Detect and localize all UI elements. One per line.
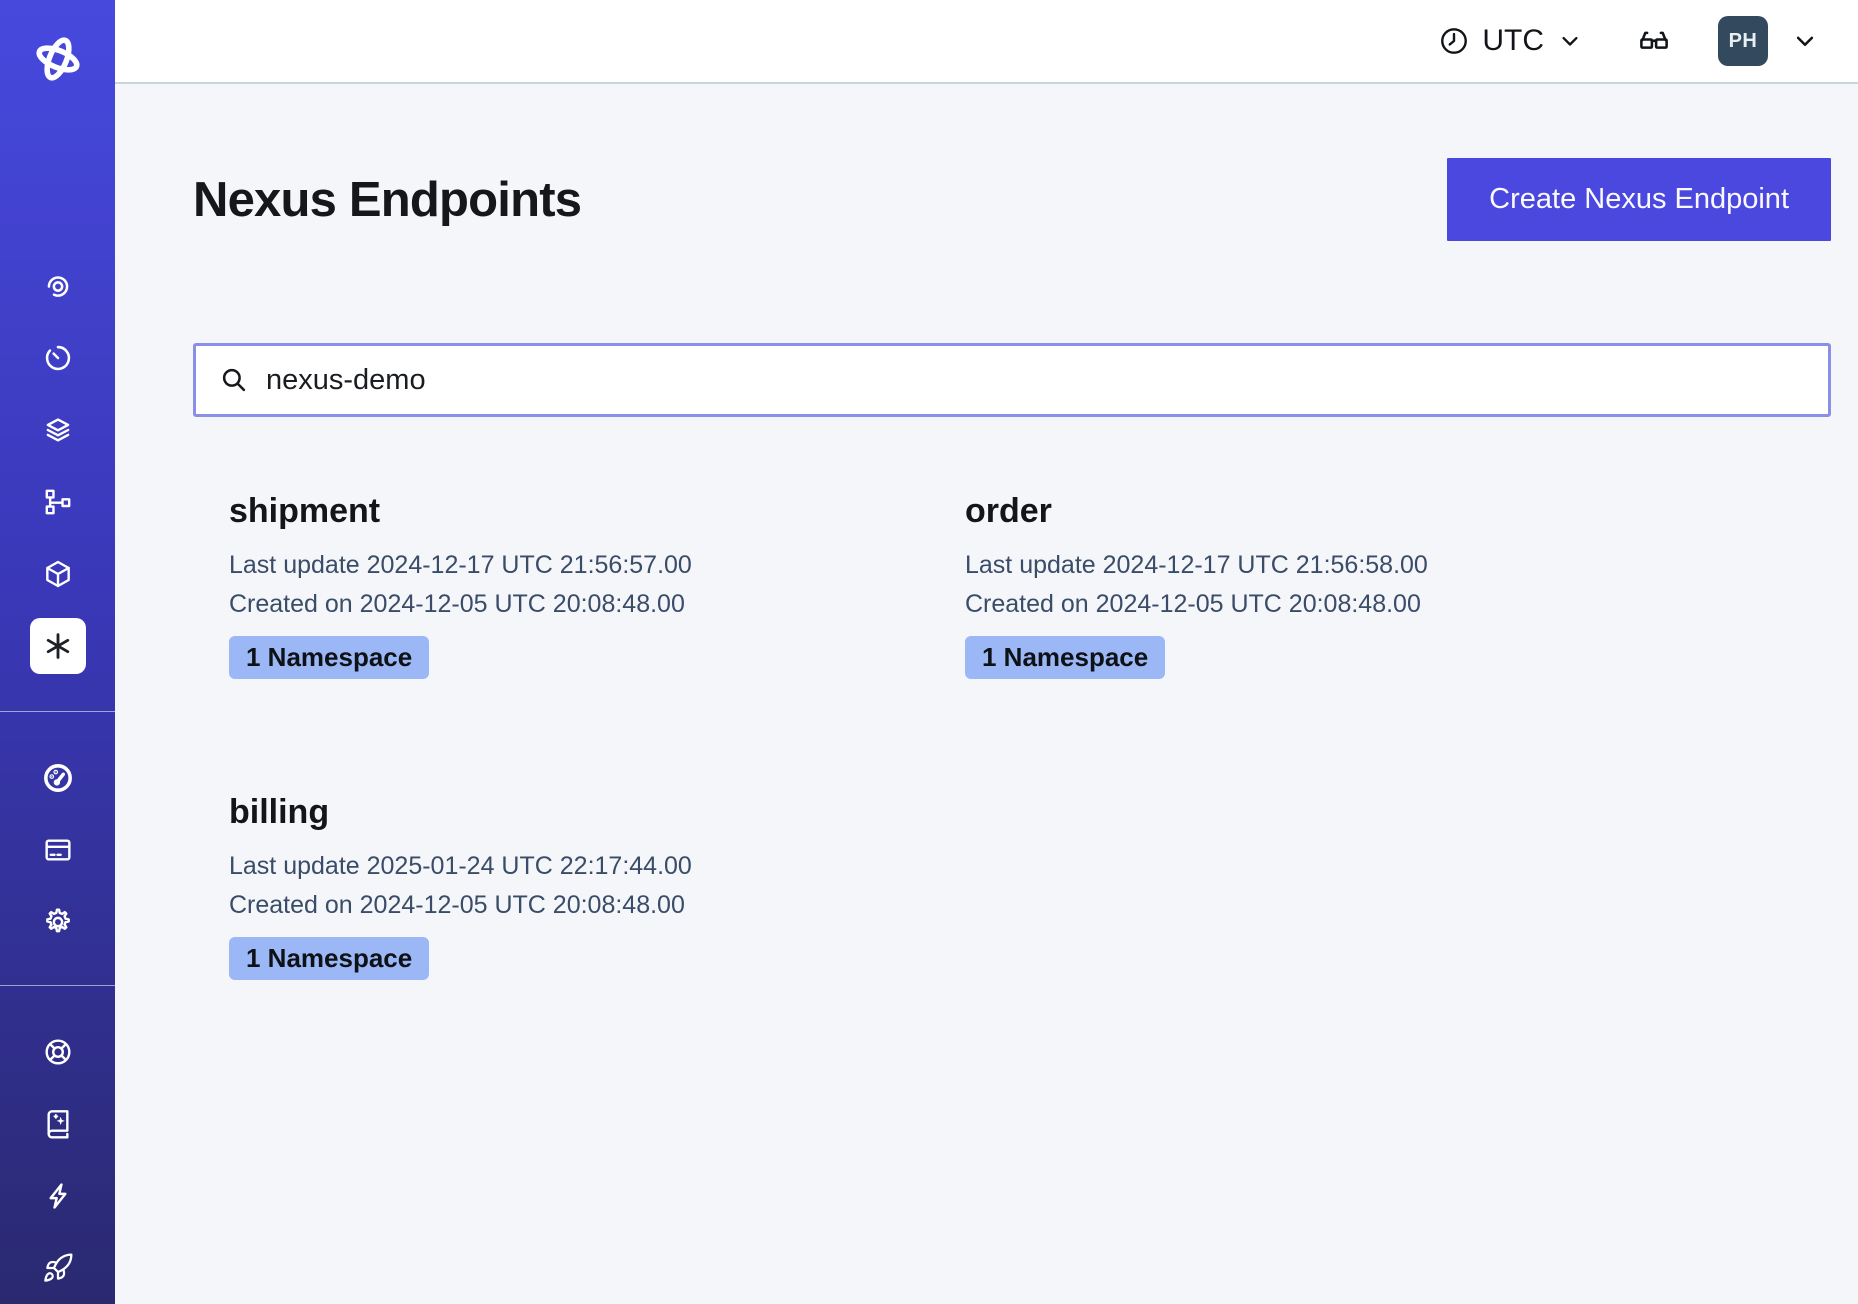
asterisk-icon: [41, 629, 75, 663]
endpoint-card-order[interactable]: order Last update 2024-12-17 UTC 21:56:5…: [965, 490, 1428, 679]
cube-icon: [42, 558, 74, 590]
sidebar-item-getting-started[interactable]: [30, 1240, 86, 1296]
endpoint-last-update: Last update 2025-01-24 UTC 22:17:44.00: [229, 847, 965, 886]
sidebar-group-primary: [0, 258, 115, 674]
timezone-picker[interactable]: UTC: [1438, 24, 1584, 58]
timezone-label: UTC: [1482, 24, 1544, 58]
topbar: UTC PH: [115, 0, 1858, 84]
life-ring-icon: [42, 1036, 74, 1068]
namespace-badge: 1 Namespace: [965, 636, 1165, 679]
glasses-icon: [1636, 23, 1672, 59]
endpoint-created-on: Created on 2024-12-05 UTC 20:08:48.00: [229, 585, 965, 624]
sidebar-item-billing[interactable]: [30, 822, 86, 878]
sidebar-item-settings[interactable]: [30, 894, 86, 950]
layers-icon: [42, 414, 74, 446]
page-title: Nexus Endpoints: [193, 172, 581, 228]
namespace-badge: 1 Namespace: [229, 937, 429, 980]
main-content: Nexus Endpoints Create Nexus Endpoint sh…: [115, 84, 1858, 1304]
billing-card-icon: [42, 834, 74, 866]
chevron-down-icon: [1790, 26, 1820, 56]
sidebar-item-cube[interactable]: [30, 546, 86, 602]
namespace-badge: 1 Namespace: [229, 636, 429, 679]
gauge-icon: [41, 761, 75, 795]
rocket-icon: [42, 1252, 74, 1284]
sidebar-divider: [0, 985, 115, 986]
endpoint-card-shipment[interactable]: shipment Last update 2024-12-17 UTC 21:5…: [229, 490, 965, 679]
spiral-icon: [42, 270, 74, 302]
endpoint-last-update: Last update 2024-12-17 UTC 21:56:57.00: [229, 546, 965, 585]
page-header: Nexus Endpoints Create Nexus Endpoint: [193, 158, 1831, 241]
create-nexus-endpoint-button[interactable]: Create Nexus Endpoint: [1447, 158, 1831, 241]
sidebar-item-spiral[interactable]: [30, 258, 86, 314]
sidebar-divider: [0, 711, 115, 712]
endpoint-created-on: Created on 2024-12-05 UTC 20:08:48.00: [229, 886, 965, 925]
sidebar-item-timer[interactable]: [30, 330, 86, 386]
sidebar-group-account: [0, 750, 115, 950]
endpoint-name: order: [965, 490, 1428, 532]
timer-icon: [42, 342, 74, 374]
sidebar: [0, 0, 115, 1304]
endpoint-last-update: Last update 2024-12-17 UTC 21:56:58.00: [965, 546, 1428, 585]
book-icon: [42, 1108, 74, 1140]
sidebar-item-support[interactable]: [30, 1024, 86, 1080]
clock-icon: [1438, 25, 1470, 57]
sidebar-item-usage[interactable]: [30, 750, 86, 806]
flow-icon: [42, 486, 74, 518]
sidebar-item-nexus[interactable]: [30, 618, 86, 674]
sidebar-item-flow[interactable]: [30, 474, 86, 530]
lightning-icon: [42, 1180, 74, 1212]
endpoint-created-on: Created on 2024-12-05 UTC 20:08:48.00: [965, 585, 1428, 624]
chevron-down-icon: [1556, 27, 1584, 55]
sidebar-item-docs[interactable]: [30, 1096, 86, 1152]
search-icon: [218, 364, 250, 396]
user-menu[interactable]: PH: [1718, 16, 1820, 66]
endpoints-grid: shipment Last update 2024-12-17 UTC 21:5…: [229, 490, 1831, 980]
sidebar-group-help: [0, 1024, 115, 1296]
temporal-logo[interactable]: [29, 30, 87, 88]
search-input[interactable]: [266, 350, 1828, 410]
gear-icon: [42, 906, 74, 938]
sidebar-item-layers[interactable]: [30, 402, 86, 458]
endpoint-name: shipment: [229, 490, 965, 532]
sidebar-item-quickstart[interactable]: [30, 1168, 86, 1224]
search-box[interactable]: [193, 343, 1831, 417]
reader-mode-button[interactable]: [1636, 23, 1672, 59]
endpoint-card-billing[interactable]: billing Last update 2025-01-24 UTC 22:17…: [229, 791, 965, 980]
endpoint-name: billing: [229, 791, 965, 833]
avatar[interactable]: PH: [1718, 16, 1768, 66]
